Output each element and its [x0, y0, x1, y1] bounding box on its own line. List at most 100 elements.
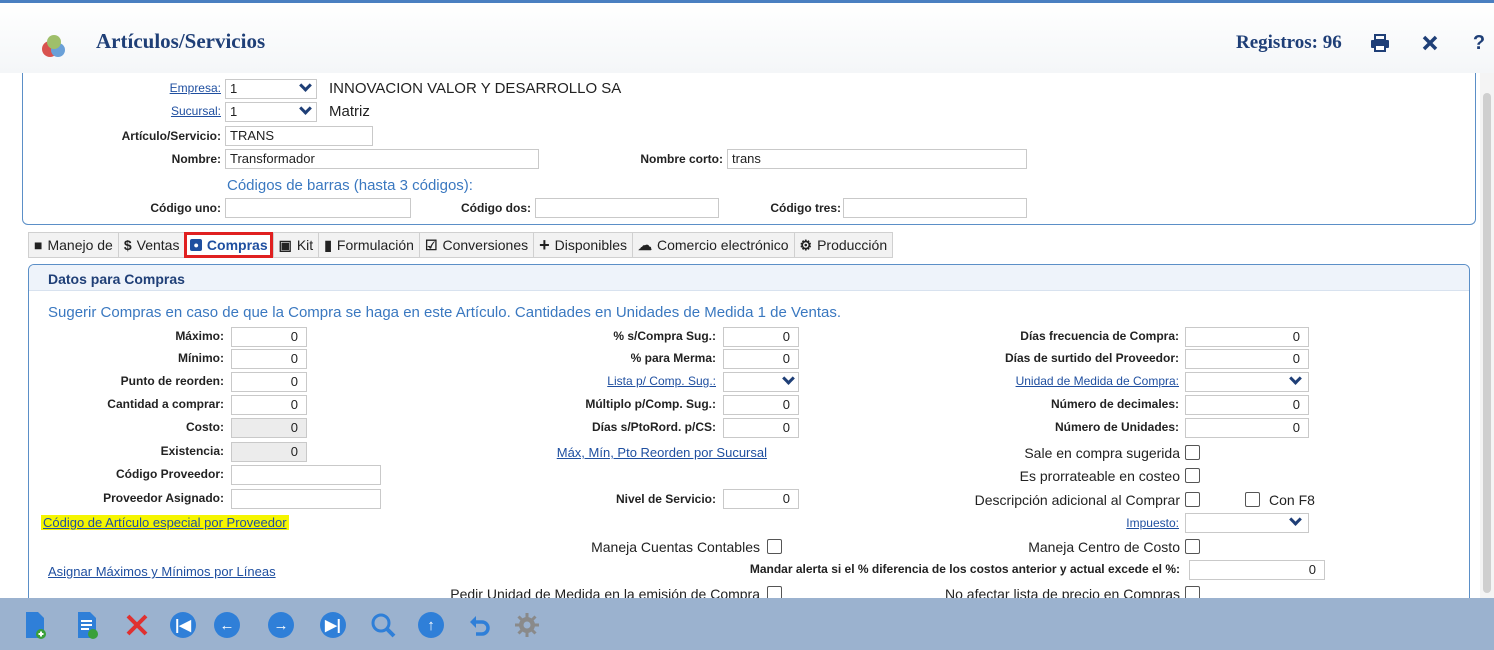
tab-label: Conversiones — [442, 237, 529, 253]
first-record-icon[interactable]: |◀ — [168, 610, 198, 640]
tab-label: Producción — [817, 237, 888, 253]
dollar-icon: $ — [123, 237, 132, 253]
tab-kit[interactable]: ▣ Kit — [272, 232, 319, 258]
alerta-input[interactable]: 0 — [1189, 560, 1325, 580]
briefcase-icon: ■ — [34, 237, 43, 253]
settings-icon[interactable] — [512, 610, 542, 640]
cloud-icon: ☁ — [638, 236, 652, 253]
undo-icon[interactable] — [464, 610, 494, 640]
codigo-tres-label: Código tres: — [770, 201, 841, 215]
nivel-servicio-label: Nivel de Servicio: — [615, 492, 716, 506]
multiplo-input[interactable]: 0 — [723, 395, 799, 415]
dias-surtido-label: Días de surtido del Proveedor: — [1004, 351, 1179, 365]
maneja-centro-costo-checkbox[interactable] — [1185, 539, 1200, 554]
maximo-input[interactable]: 0 — [231, 327, 307, 347]
tab-bar: ■ Manejo de $ Ventas ● Compras ▣ Kit ▮ F… — [28, 232, 894, 258]
upload-icon[interactable]: ↑ — [416, 610, 446, 640]
unidad-medida-label[interactable]: Unidad de Medida de Compra: — [909, 374, 1179, 388]
nombre-corto-label: Nombre corto: — [640, 152, 723, 166]
tab-ventas[interactable]: $ Ventas — [117, 232, 185, 258]
tab-conversiones[interactable]: ☑ Conversiones — [418, 232, 534, 258]
clipboard-check-icon: ☑ — [424, 236, 438, 253]
minimo-input[interactable]: 0 — [231, 349, 307, 369]
sucursal-name: Matriz — [329, 103, 370, 120]
codigo-uno-input[interactable] — [225, 198, 411, 218]
compras-panel: Datos para Compras Sugerir Compras en ca… — [28, 264, 1470, 624]
print-icon[interactable] — [1368, 31, 1392, 55]
reorden-input[interactable]: 0 — [231, 372, 307, 392]
lista-comp-label[interactable]: Lista p/ Comp. Sug.: — [529, 374, 716, 388]
nombre-corto-input[interactable]: trans — [727, 149, 1027, 169]
nivel-servicio-input[interactable]: 0 — [723, 489, 799, 509]
prorrateable-checkbox[interactable] — [1185, 468, 1200, 483]
tab-label: Formulación — [336, 237, 414, 253]
dias-frecuencia-input[interactable]: 0 — [1185, 327, 1309, 347]
compras-title: Datos para Compras — [48, 271, 185, 287]
sucursal-label[interactable]: Sucursal: — [83, 104, 221, 118]
close-icon[interactable] — [1418, 31, 1442, 55]
search-icon[interactable] — [368, 610, 398, 640]
pct-compra-label: % s/Compra Sug.: — [613, 329, 716, 343]
help-icon[interactable]: ? — [1467, 31, 1491, 55]
tab-compras[interactable]: ● Compras — [184, 232, 273, 258]
tab-label: Ventas — [136, 237, 180, 253]
unidades-label: Número de Unidades: — [1054, 420, 1179, 434]
sale-sugerida-checkbox[interactable] — [1185, 445, 1200, 460]
tab-manejo[interactable]: ■ Manejo de — [28, 232, 118, 258]
previous-record-icon[interactable]: ← — [212, 610, 242, 640]
tab-formulacion[interactable]: ▮ Formulación — [318, 232, 419, 258]
codigo-tres-input[interactable] — [843, 198, 1027, 218]
multiplo-label: Múltiplo p/Comp. Sug.: — [585, 397, 716, 411]
pct-compra-input[interactable]: 0 — [723, 327, 799, 347]
sale-sugerida-label: Sale en compra sugerida — [1024, 445, 1180, 461]
vertical-scrollbar[interactable] — [1480, 73, 1494, 598]
dias-frecuencia-label: Días frecuencia de Compra: — [1020, 329, 1179, 343]
maneja-centro-costo-label: Maneja Centro de Costo — [1028, 539, 1180, 555]
next-record-icon[interactable]: → — [266, 610, 296, 640]
unidades-input[interactable]: 0 — [1185, 418, 1309, 438]
maxmin-sucursal-link[interactable]: Máx, Mín, Pto Reorden por Sucursal — [509, 445, 767, 460]
nombre-input[interactable]: Transformador — [225, 149, 539, 169]
cantidad-input[interactable]: 0 — [231, 395, 307, 415]
last-record-icon[interactable]: ▶| — [318, 610, 348, 640]
codigo-proveedor-input[interactable] — [231, 465, 381, 485]
minimo-label: Mínimo: — [178, 351, 224, 365]
dias-surtido-input[interactable]: 0 — [1185, 349, 1309, 369]
unidad-medida-select[interactable] — [1185, 372, 1309, 392]
con-f8-label: Con F8 — [1269, 492, 1315, 508]
nombre-label: Nombre: — [171, 152, 221, 166]
impuesto-select[interactable] — [1185, 513, 1309, 533]
scrollbar-thumb[interactable] — [1483, 93, 1491, 593]
pct-merma-input[interactable]: 0 — [723, 349, 799, 369]
maneja-cuentas-label: Maneja Cuentas Contables — [591, 539, 760, 555]
proveedor-asignado-input[interactable] — [231, 489, 381, 509]
compras-subtitle: Sugerir Compras en caso de que la Compra… — [48, 304, 841, 321]
codigo-dos-input[interactable] — [535, 198, 719, 218]
tab-disponibles[interactable]: + Disponibles — [533, 232, 632, 258]
empresa-label[interactable]: Empresa: — [83, 81, 221, 95]
impuesto-label[interactable]: Impuesto: — [1029, 516, 1179, 530]
page-title: Artículos/Servicios — [96, 29, 266, 53]
codigo-proveedor-label: Código Proveedor: — [115, 467, 224, 481]
articulo-input[interactable]: TRANS — [225, 126, 373, 146]
codigo-especial-link[interactable]: Código de Artículo especial por Proveedo… — [41, 515, 289, 530]
descripcion-adicional-checkbox[interactable] — [1185, 492, 1200, 507]
delete-icon[interactable] — [122, 610, 152, 640]
decimales-input[interactable]: 0 — [1185, 395, 1309, 415]
prorrateable-label: Es prorrateable en costeo — [1019, 468, 1180, 484]
kit-icon: ▣ — [278, 236, 292, 253]
dias-pto-input[interactable]: 0 — [723, 418, 799, 438]
new-document-icon[interactable] — [20, 610, 50, 640]
con-f8-checkbox[interactable] — [1245, 492, 1260, 507]
maneja-cuentas-checkbox[interactable] — [767, 539, 782, 554]
add-document-icon[interactable] — [72, 610, 102, 640]
codigo-dos-label: Código dos: — [461, 201, 531, 215]
tab-produccion[interactable]: ⚙ Producción — [793, 232, 894, 258]
costo-label: Costo: — [186, 420, 224, 434]
asignar-maximos-link[interactable]: Asignar Máximos y Mínimos por Líneas — [48, 564, 276, 579]
alerta-label: Mandar alerta si el % diferencia de los … — [749, 562, 1180, 576]
tab-comercio[interactable]: ☁ Comercio electrónico — [632, 232, 794, 258]
compras-panel-header: Datos para Compras — [29, 265, 1469, 291]
articulo-label: Artículo/Servicio: — [121, 129, 221, 143]
decimales-label: Número de decimales: — [1050, 397, 1179, 411]
